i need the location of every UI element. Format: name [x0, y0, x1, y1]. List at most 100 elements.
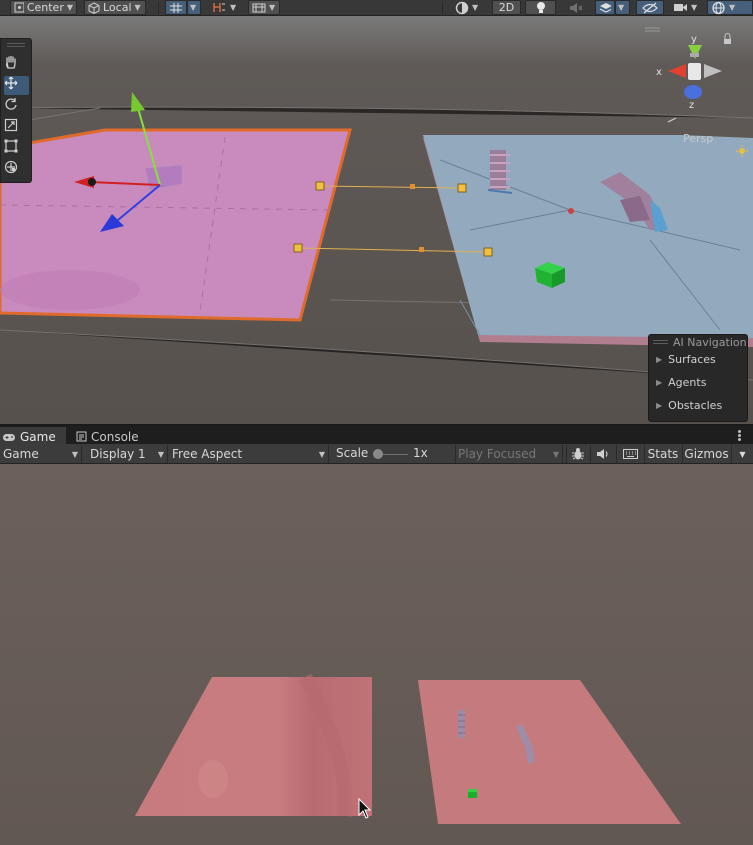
scene-view[interactable]: y x z Persp AI Navigation ▶ Surfaces ▶ A…	[0, 16, 753, 424]
console-icon	[76, 431, 87, 442]
tab-label: Console	[91, 429, 139, 444]
chevron-down-icon: ▼	[472, 3, 479, 12]
game-viewport[interactable]	[0, 464, 753, 845]
effects-menu[interactable]: ▼	[615, 0, 630, 15]
grid-snapping-menu[interactable]: ▼	[187, 0, 201, 15]
scale-icon	[4, 118, 18, 132]
grid-snapping-button[interactable]	[165, 0, 187, 15]
game-toolbar: Game ▼ Display 1 ▼ Free Aspect ▼ Scale 1…	[0, 444, 753, 464]
ai-nav-item-label: Obstacles	[668, 398, 723, 412]
audio-toggle-button[interactable]	[562, 0, 590, 15]
gizmos-menu-button[interactable]: ▼	[731, 445, 753, 463]
2d-mode-button[interactable]: 2D	[492, 0, 521, 15]
display-label: Display 1	[90, 447, 146, 461]
lighting-toggle-button[interactable]	[525, 0, 556, 15]
ai-nav-item-agents[interactable]: ▶ Agents	[656, 374, 706, 390]
effects-toggle-button[interactable]	[595, 0, 615, 15]
gizmo-y-label: y	[691, 34, 697, 45]
navmesh-point	[568, 208, 574, 214]
pivot-center-icon	[14, 2, 24, 13]
pink-plane-object[interactable]	[0, 128, 352, 322]
gizmos-button[interactable]: Gizmos	[682, 445, 730, 463]
chevron-down-icon: ▼	[134, 3, 141, 12]
aspect-label: Free Aspect	[172, 447, 243, 461]
stats-label: Stats	[647, 447, 679, 461]
transform-icon	[4, 160, 18, 174]
camera-settings-button[interactable]: ▼	[669, 0, 703, 15]
chevron-down-icon: ▼	[157, 450, 164, 459]
scale-value: 1x	[413, 446, 428, 460]
view-mode-label: Game	[3, 447, 39, 461]
scale-tool-button[interactable]	[4, 118, 29, 137]
render-layers-button[interactable]: ▼	[248, 0, 280, 15]
draw-mode-dropdown[interactable]: ▼	[451, 0, 487, 15]
rotate-tool-button[interactable]	[4, 97, 29, 116]
hand-icon	[6, 55, 16, 69]
expand-triangle-icon: ▶	[656, 377, 663, 387]
play-mode-label: Play Focused	[458, 447, 537, 461]
chevron-down-icon: ▼	[729, 3, 736, 12]
shading-sphere-icon	[455, 1, 469, 14]
game-stairs	[458, 710, 465, 738]
pivot-rotation-label: Local	[103, 1, 132, 14]
aspect-dropdown[interactable]: Free Aspect ▼	[169, 445, 329, 463]
transform-tool-button[interactable]	[4, 160, 29, 179]
move-tool-button[interactable]	[4, 76, 29, 95]
gizmos-label: Gizmos	[684, 447, 729, 461]
camera-icon	[674, 4, 687, 11]
snap-icon	[213, 3, 225, 12]
chevron-down-icon: ▼	[71, 450, 78, 459]
game-green-cube	[468, 789, 477, 798]
film-icon	[252, 3, 266, 12]
ai-nav-item-label: Agents	[668, 375, 707, 389]
game-view[interactable]	[0, 464, 753, 845]
keyboard-shortcuts-button[interactable]	[616, 445, 643, 463]
globe-icon	[712, 1, 725, 14]
stats-button[interactable]: Stats	[644, 445, 681, 463]
grid-icon	[170, 2, 182, 13]
rect-tool-button[interactable]	[4, 139, 29, 158]
keyboard-icon	[622, 449, 638, 459]
scale-slider-thumb[interactable]	[373, 449, 383, 459]
pivot-mode-label: Center	[26, 1, 64, 14]
increment-snap-button[interactable]: ▼	[207, 0, 245, 15]
chevron-down-icon: ▼	[691, 3, 698, 12]
scene-viewport[interactable]: y x z	[0, 16, 753, 424]
ai-nav-item-surfaces[interactable]: ▶ Surfaces	[656, 351, 716, 367]
tab-label: Game	[20, 429, 56, 444]
mute-audio-button[interactable]	[590, 445, 615, 463]
pivot-rotation-dropdown[interactable]: Local ▼	[84, 0, 146, 15]
gizmos-toggle-button[interactable]: ▼	[707, 0, 753, 15]
expand-triangle-icon: ▶	[656, 400, 663, 410]
chevron-down-icon: ▼	[190, 3, 197, 12]
bug-icon	[572, 448, 584, 460]
2d-mode-label: 2D	[498, 1, 515, 14]
rotate-icon	[5, 98, 17, 110]
rect-transform-icon	[4, 139, 18, 153]
view-mode-dropdown[interactable]: Game ▼	[0, 445, 82, 463]
ai-navigation-panel: AI Navigation ▶ Surfaces ▶ Agents ▶ Obst…	[648, 334, 748, 422]
scene-visibility-button[interactable]	[636, 0, 664, 15]
expand-triangle-icon: ▶	[656, 354, 663, 364]
chevron-down-icon: ▼	[230, 3, 237, 12]
persp-label[interactable]: Persp	[683, 132, 713, 145]
ai-nav-item-obstacles[interactable]: ▶ Obstacles	[656, 397, 722, 413]
layers-icon	[599, 2, 611, 13]
game-tab-bar: Game Console	[0, 424, 753, 446]
play-mode-dropdown[interactable]: Play Focused ▼	[455, 445, 563, 463]
speaker-muted-icon	[570, 2, 583, 13]
chevron-down-icon: ▼	[318, 450, 325, 459]
scene-toolbar: Center ▼ Local ▼ ▼ ▼ ▼ ▼ 2D ▼ ▼ ▼	[0, 0, 753, 16]
tool-palette	[0, 38, 32, 183]
eye-hidden-icon	[642, 2, 658, 13]
frame-debugger-button[interactable]	[566, 445, 589, 463]
hand-tool-button[interactable]	[4, 55, 29, 74]
gizmo-z-label: z	[689, 100, 694, 111]
palette-grip	[7, 43, 25, 44]
chevron-down-icon: ▼	[552, 450, 559, 459]
display-dropdown[interactable]: Display 1 ▼	[87, 445, 168, 463]
chevron-down-icon: ▼	[618, 3, 625, 12]
kebab-menu-icon[interactable]	[738, 430, 741, 442]
pivot-mode-dropdown[interactable]: Center ▼	[10, 0, 77, 15]
cube-icon	[88, 1, 100, 14]
